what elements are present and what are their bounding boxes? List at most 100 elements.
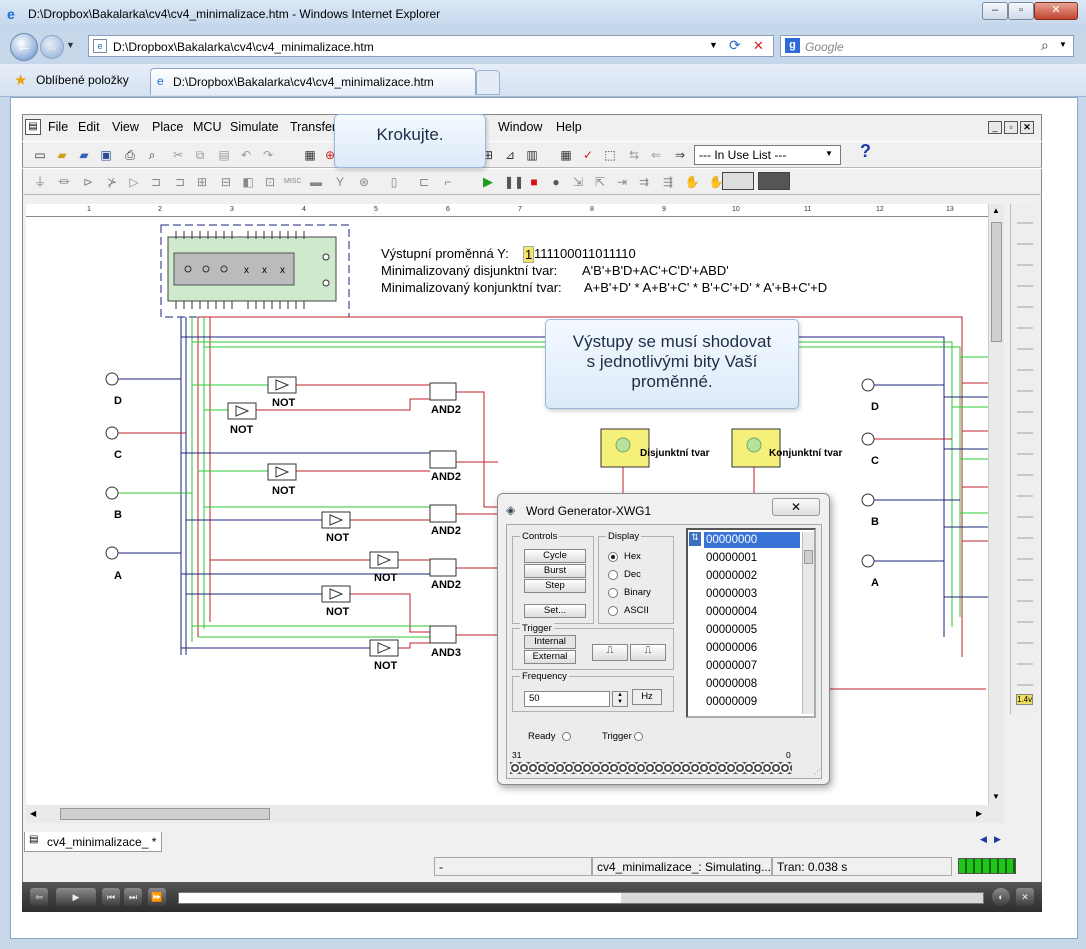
- step-button[interactable]: Step: [524, 579, 586, 593]
- scroll-left-icon[interactable]: ◀: [30, 809, 36, 818]
- forward-button[interactable]: →: [40, 35, 64, 59]
- menu-edit[interactable]: Edit: [78, 120, 100, 134]
- word-row[interactable]: 00000005: [704, 622, 800, 638]
- hex-radio[interactable]: [608, 552, 618, 562]
- diode-icon[interactable]: ⊳: [80, 174, 96, 190]
- transistor-icon[interactable]: ⊁: [104, 174, 120, 190]
- doc-tab[interactable]: ▤ cv4_minimalizace_ *: [24, 832, 162, 852]
- copy-icon[interactable]: ⧉: [192, 147, 208, 163]
- player-next-icon[interactable]: ⏭: [124, 888, 142, 906]
- favorites-star-icon[interactable]: ★: [14, 71, 27, 89]
- menu-window[interactable]: Window: [498, 120, 542, 134]
- address-bar[interactable]: e D:\Dropbox\Bakalarka\cv4\cv4_minimaliz…: [88, 35, 774, 57]
- binary-radio[interactable]: [608, 588, 618, 598]
- pause-at-breakpoint-icon[interactable]: ●: [548, 174, 564, 190]
- tab-scroll-right-icon[interactable]: ▶: [994, 834, 1001, 845]
- app-doc-icon[interactable]: ▤: [25, 119, 41, 135]
- scroll-down-icon[interactable]: ▼: [992, 792, 1000, 801]
- refresh-icon[interactable]: ⟳: [729, 37, 741, 54]
- search-dropdown-icon[interactable]: ▼: [1059, 40, 1067, 49]
- opamp-icon[interactable]: ▷: [126, 174, 142, 190]
- rising-edge-button[interactable]: ⎍: [592, 644, 628, 661]
- frequency-input[interactable]: 50: [524, 691, 610, 707]
- menu-mcu[interactable]: MCU: [193, 120, 221, 134]
- dec-radio[interactable]: [608, 570, 618, 580]
- menu-place[interactable]: Place: [152, 120, 183, 134]
- bus-icon[interactable]: ⌐: [440, 174, 456, 190]
- indicator-icon[interactable]: ◧: [240, 174, 256, 190]
- forward-annotate-icon[interactable]: ⇒: [672, 147, 688, 163]
- virtual-instrument-icon[interactable]: [758, 172, 790, 190]
- power-icon[interactable]: ⊡: [262, 174, 278, 190]
- word-list-scroll-thumb[interactable]: [804, 550, 813, 564]
- in-use-list-dropdown-icon[interactable]: ▼: [825, 149, 833, 158]
- word-list-scrollbar[interactable]: [802, 532, 814, 714]
- stop-icon[interactable]: ✕: [753, 38, 764, 54]
- help-icon[interactable]: ?: [860, 141, 871, 162]
- mdi-minimize-button[interactable]: _: [988, 121, 1002, 134]
- misc-icon[interactable]: MISC: [284, 174, 302, 190]
- source-icon[interactable]: ⏚: [32, 174, 48, 190]
- search-icon[interactable]: ⌕: [1041, 37, 1049, 54]
- menu-view[interactable]: View: [112, 120, 139, 134]
- word-pointer-icon[interactable]: ⇅: [689, 532, 701, 546]
- player-prev-icon[interactable]: ⏮: [102, 888, 120, 906]
- transfer-icon[interactable]: ⇆: [626, 147, 642, 163]
- vertical-scroll-thumb[interactable]: [991, 222, 1002, 342]
- open-icon[interactable]: ▰: [54, 147, 70, 163]
- word-row[interactable]: 00000003: [704, 586, 800, 602]
- step-over-icon[interactable]: ⇱: [592, 174, 608, 190]
- search-box[interactable]: g Google ⌕ ▼: [780, 35, 1074, 57]
- open-samples-icon[interactable]: ▰: [76, 147, 92, 163]
- tab-scroll-left-icon[interactable]: ◀: [980, 834, 987, 845]
- falling-edge-button[interactable]: ⎍: [630, 644, 666, 661]
- bit-connectors[interactable]: [510, 762, 792, 774]
- scroll-up-icon[interactable]: ▲: [992, 206, 1000, 215]
- print-icon[interactable]: ⎙: [122, 147, 138, 163]
- word-row[interactable]: 00000009: [704, 694, 800, 710]
- postprocessor-icon[interactable]: ⊿: [502, 147, 518, 163]
- probe-1v4-icon[interactable]: 1.4v: [1016, 694, 1034, 705]
- save-icon[interactable]: ▣: [98, 147, 114, 163]
- word-row[interactable]: 00000001: [704, 550, 800, 566]
- ttl-icon[interactable]: ⊐: [148, 174, 164, 190]
- spreadsheet-icon[interactable]: ▦: [558, 147, 574, 163]
- mcu-icon[interactable]: ▯: [386, 174, 402, 190]
- internal-button[interactable]: Internal: [524, 635, 576, 649]
- player-exit-icon[interactable]: ⇦: [30, 888, 48, 906]
- resistor-icon[interactable]: ⏛: [56, 174, 72, 190]
- pause-icon[interactable]: ❚❚: [504, 174, 524, 190]
- run-icon[interactable]: ▶: [480, 174, 496, 190]
- minimize-button[interactable]: –: [982, 2, 1008, 20]
- run-to-cursor-icon[interactable]: ⇉: [636, 174, 652, 190]
- step-into-icon[interactable]: ⇲: [570, 174, 586, 190]
- new-icon[interactable]: ▭: [32, 147, 48, 163]
- misc-digital-icon[interactable]: ⊞: [194, 174, 210, 190]
- electromechanical-icon[interactable]: ⊛: [356, 174, 372, 190]
- undo-icon[interactable]: ↶: [238, 147, 254, 163]
- backannotate-icon[interactable]: ⇐: [648, 147, 664, 163]
- hand-icon[interactable]: ✋: [684, 174, 700, 190]
- cmos-icon[interactable]: ⊐: [172, 174, 188, 190]
- player-forward-icon[interactable]: ⏩: [148, 888, 166, 906]
- history-dropdown-icon[interactable]: ▼: [66, 40, 75, 50]
- menu-simulate[interactable]: Simulate: [230, 120, 279, 134]
- scroll-right-icon[interactable]: ▶: [976, 809, 982, 818]
- step-out-icon[interactable]: ⇥: [614, 174, 630, 190]
- ascii-radio[interactable]: [608, 606, 618, 616]
- hierarchical-block-icon[interactable]: ⊏: [416, 174, 432, 190]
- close-button[interactable]: ✕: [1034, 2, 1078, 20]
- new-tab-button[interactable]: [476, 70, 500, 95]
- browser-tab[interactable]: e D:\Dropbox\Bakalarka\cv4\cv4_minimaliz…: [150, 68, 476, 95]
- redo-icon[interactable]: ↷: [260, 147, 276, 163]
- frequency-spinner[interactable]: ▲ ▼: [612, 691, 628, 707]
- wg-close-button[interactable]: ✕: [772, 498, 820, 516]
- set-button[interactable]: Set...: [524, 604, 586, 618]
- mdi-restore-button[interactable]: ▫: [1004, 121, 1018, 134]
- menu-transfer[interactable]: Transfer: [290, 120, 336, 134]
- horizontal-scrollbar[interactable]: ◀ ▶: [26, 805, 1004, 823]
- toggle-breakpoint-icon[interactable]: ⇶: [660, 174, 676, 190]
- word-row[interactable]: 00000008: [704, 676, 800, 692]
- word-row[interactable]: 00000007: [704, 658, 800, 674]
- word-row[interactable]: 00000004: [704, 604, 800, 620]
